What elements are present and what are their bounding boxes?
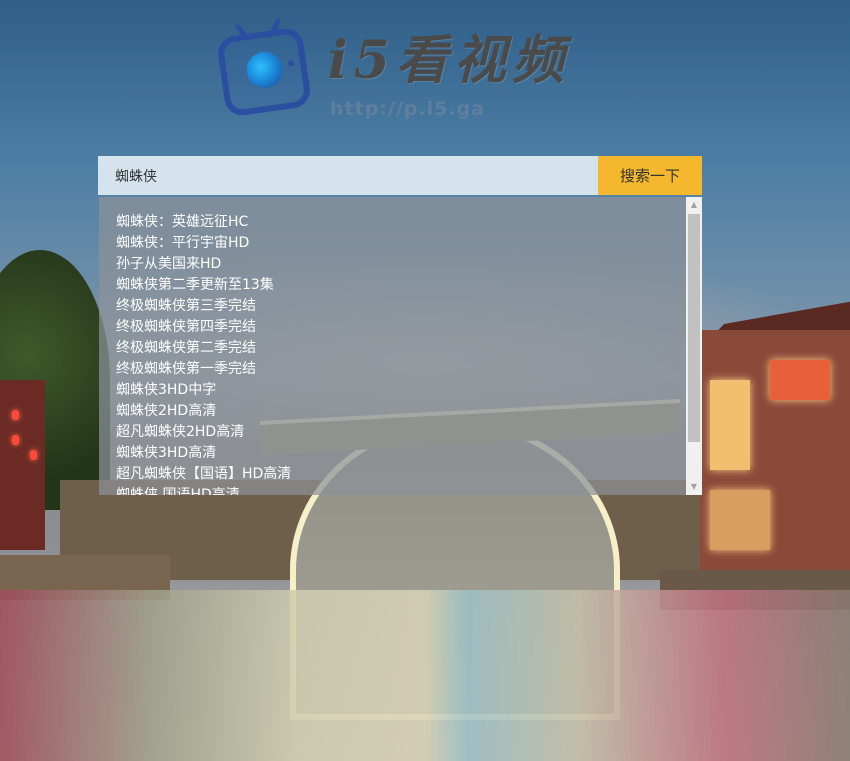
window (770, 360, 830, 400)
scrollbar[interactable]: ▲ ▼ (686, 197, 702, 495)
search-input[interactable] (98, 156, 598, 195)
lantern (30, 450, 37, 460)
suggestion-item[interactable]: 蜘蛛侠3HD中字 (116, 380, 702, 401)
lantern (12, 435, 19, 445)
suggestion-item[interactable]: 蜘蛛侠：平行宇宙HD (116, 233, 702, 254)
suggestion-item[interactable]: 超凡蜘蛛侠2HD高清 (116, 422, 702, 443)
suggestion-list: 蜘蛛侠：英雄远征HC 蜘蛛侠：平行宇宙HD 孙子从美国来HD 蜘蛛侠第二季更新至13集… (99, 197, 702, 495)
suggestion-dropdown: 蜘蛛侠：英雄远征HC 蜘蛛侠：平行宇宙HD 孙子从美国来HD 蜘蛛侠第二季更新至13集… (99, 197, 702, 495)
suggestion-item[interactable]: 超凡蜘蛛侠【国语】HD高清 (116, 464, 702, 485)
tv-dot (287, 59, 295, 67)
suggestion-item[interactable]: 终极蜘蛛侠第一季完结 (116, 359, 702, 380)
brand-url: http://p.i5.ga (330, 98, 485, 120)
search-bar: 搜索一下 (98, 156, 702, 195)
antenna (269, 17, 282, 37)
antenna (234, 23, 250, 41)
suggestion-item[interactable]: 终极蜘蛛侠第四季完结 (116, 317, 702, 338)
suggestion-item[interactable]: 蜘蛛侠 国语HD高清 (116, 485, 702, 495)
scrollbar-thumb[interactable] (688, 214, 700, 442)
brand-name: i5看视频 (328, 30, 570, 91)
search-button[interactable]: 搜索一下 (598, 156, 702, 195)
canal-water (0, 590, 850, 761)
suggestion-item[interactable]: 蜘蛛侠第二季更新至13集 (116, 275, 702, 296)
suggestion-item[interactable]: 终极蜘蛛侠第二季完结 (116, 338, 702, 359)
site-logo[interactable]: i5看视频 http://p.i5.ga (215, 12, 578, 132)
tv-lens (244, 49, 286, 91)
suggestion-item[interactable]: 蜘蛛侠3HD高清 (116, 443, 702, 464)
scroll-up-arrow-icon[interactable]: ▲ (686, 197, 702, 213)
suggestion-item[interactable]: 孙子从美国来HD (116, 254, 702, 275)
window (710, 380, 750, 470)
building-right (700, 330, 850, 580)
suggestion-item[interactable]: 蜘蛛侠：英雄远征HC (116, 212, 702, 233)
suggestion-item[interactable]: 终极蜘蛛侠第三季完结 (116, 296, 702, 317)
building-left (0, 380, 45, 550)
lantern (12, 410, 19, 420)
tv-logo-icon (215, 17, 313, 118)
window (710, 490, 770, 550)
suggestion-item[interactable]: 蜘蛛侠2HD高清 (116, 401, 702, 422)
scroll-down-arrow-icon[interactable]: ▼ (686, 479, 702, 495)
